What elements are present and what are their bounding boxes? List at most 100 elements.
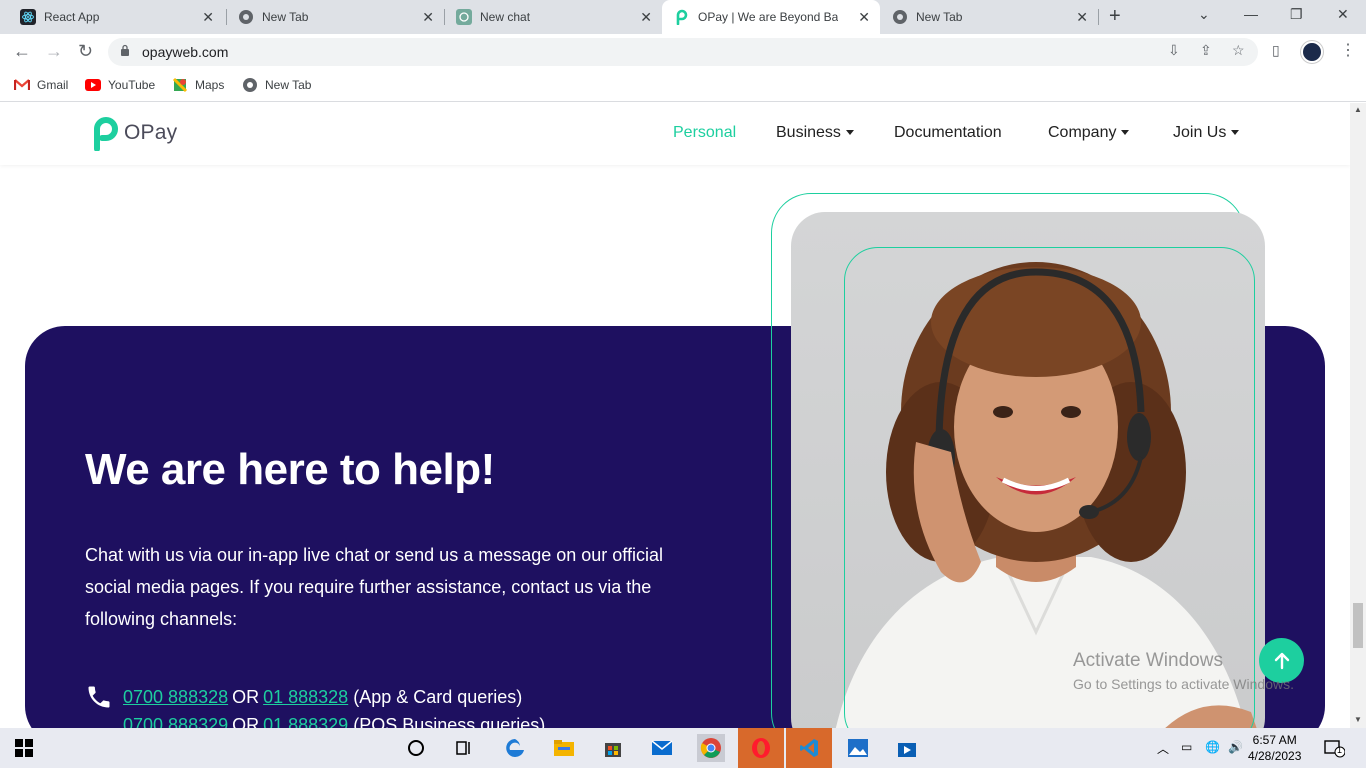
taskbar-clock[interactable]: 6:57 AM 4/28/2023 [1248,732,1301,764]
tab-new-tab-1[interactable]: New Tab ✕ [226,0,444,34]
activate-windows-watermark: Activate Windows Go to Settings to activ… [1073,650,1294,692]
or-text: OR [232,715,260,728]
scrollbar-thumb[interactable] [1353,603,1363,648]
volume-icon[interactable]: 🔊 [1228,740,1243,754]
phone-link[interactable]: 01 888328 [263,687,348,708]
tab-title: React App [44,10,100,24]
browser-toolbar: ← → ↻ opayweb.com ⇩ ⇪ ☆ ▯ ⋮ [0,34,1366,70]
edge-icon[interactable] [501,734,529,762]
page-scrollbar[interactable]: ▲ ▼ [1350,103,1366,728]
notification-count: 1 [1337,745,1343,755]
opay-icon [674,9,690,25]
react-icon [20,9,36,25]
tab-title: New Tab [262,10,309,24]
page-viewport: OPay Personal Business Documentation Com… [0,103,1350,728]
close-icon[interactable]: ✕ [202,9,214,25]
share-icon[interactable]: ⇪ [1200,42,1212,59]
battery-icon[interactable]: ▭ [1181,740,1192,754]
youtube-icon [85,77,101,93]
gmail-icon [14,77,30,93]
scroll-up-icon[interactable]: ▲ [1354,105,1362,114]
opay-logo[interactable]: OPay [90,115,177,151]
contact-note: (POS Business queries) [353,715,546,728]
new-tab-plus-icon[interactable]: + [1109,5,1121,28]
mail-icon[interactable] [648,734,676,762]
chrome-taskbar-icon[interactable] [697,734,725,762]
restore-icon[interactable]: ❐ [1290,6,1303,23]
chrome-icon [238,9,254,25]
close-icon[interactable]: ✕ [422,9,434,25]
chrome-icon [892,9,908,25]
bookmark-label: YouTube [108,78,156,92]
close-icon[interactable]: ✕ [1076,9,1088,25]
bookmark-maps[interactable]: Maps [172,77,224,93]
scroll-down-icon[interactable]: ▼ [1354,715,1362,724]
minimize-icon[interactable]: — [1244,6,1258,22]
caret-down-icon [1121,130,1130,136]
photos-icon[interactable] [844,734,872,762]
menu-kebab-icon[interactable]: ⋮ [1340,40,1356,60]
nav-business-label: Business [776,124,841,141]
back-arrow-icon[interactable]: ← [13,41,31,62]
bookmark-gmail[interactable]: Gmail [14,77,68,93]
side-panel-icon[interactable]: ▯ [1272,42,1280,59]
address-bar[interactable]: opayweb.com [108,38,1258,66]
tab-divider [1098,9,1099,25]
lock-icon [121,44,129,56]
task-view-icon[interactable] [450,734,478,762]
bookmark-new-tab[interactable]: New Tab [242,77,311,93]
url-text: opayweb.com [142,44,229,60]
nav-company-label: Company [1048,124,1117,141]
bookmarks-bar: Gmail YouTube Maps New Tab [0,70,1366,102]
microsoft-store-icon[interactable] [599,734,627,762]
tab-strip: React App ✕ New Tab ✕ New chat ✕ OPay | … [0,0,1366,34]
file-explorer-icon[interactable] [550,734,578,762]
movies-tv-icon[interactable] [893,734,921,762]
nav-join-us[interactable]: Join Us [1173,124,1240,142]
install-app-icon[interactable]: ⇩ [1168,42,1180,59]
bookmark-label: Maps [195,78,225,92]
maps-icon [172,77,188,93]
logo-text: OPay [124,121,178,144]
window-close-icon[interactable]: ✕ [1337,6,1349,23]
reload-icon[interactable]: ↻ [78,41,93,62]
bookmark-star-icon[interactable]: ☆ [1232,42,1245,59]
watermark-subtitle: Go to Settings to activate Windows. [1073,676,1294,692]
opay-logo-icon [94,117,118,151]
help-title: We are here to help! [85,445,495,494]
vscode-icon[interactable] [786,728,832,768]
nav-business[interactable]: Business [776,124,854,142]
tab-opay[interactable]: OPay | We are Beyond Bankin ✕ [662,0,880,34]
cortana-icon[interactable] [402,734,430,762]
clock-time: 6:57 AM [1252,733,1297,747]
nav-join-us-label: Join Us [1173,124,1227,141]
nav-documentation[interactable]: Documentation [894,124,1002,142]
close-icon[interactable]: ✕ [640,9,652,25]
nav-personal[interactable]: Personal [673,124,736,142]
tab-title: New Tab [916,10,963,24]
tab-react-app[interactable]: React App ✕ [8,0,224,34]
close-icon[interactable]: ✕ [858,9,870,25]
windows-start-icon[interactable] [10,734,38,762]
contact-note: (App & Card queries) [353,686,523,707]
profile-avatar[interactable] [1301,41,1323,63]
tab-search-chevron-icon[interactable]: ⌄ [1198,6,1210,23]
forward-arrow-icon[interactable]: → [45,41,63,62]
phone-link[interactable]: 0700 888328 [123,687,228,708]
show-hidden-icons-chevron[interactable]: ︿ [1157,740,1169,757]
phone-link[interactable]: 0700 888329 [123,715,228,728]
phone-icon [88,686,110,708]
windows-taskbar: ︿ ▭ 🌐 🔊 6:57 AM 4/28/2023 1 [0,728,1366,768]
contact-row-pos: 0700 888329 OR 01 888329 (POS Business q… [85,715,545,728]
nav-company[interactable]: Company [1048,124,1130,142]
bookmark-youtube[interactable]: YouTube [85,77,155,93]
clock-date: 4/28/2023 [1248,749,1302,763]
or-text: OR [232,686,260,707]
action-center-icon[interactable]: 1 [1320,734,1348,762]
phone-link[interactable]: 01 888329 [263,715,348,728]
chatgpt-icon [456,9,472,25]
network-globe-icon[interactable]: 🌐 [1205,740,1220,754]
tab-new-tab-2[interactable]: New Tab ✕ [880,0,1098,34]
opera-icon[interactable] [738,728,784,768]
tab-new-chat[interactable]: New chat ✕ [444,0,662,34]
